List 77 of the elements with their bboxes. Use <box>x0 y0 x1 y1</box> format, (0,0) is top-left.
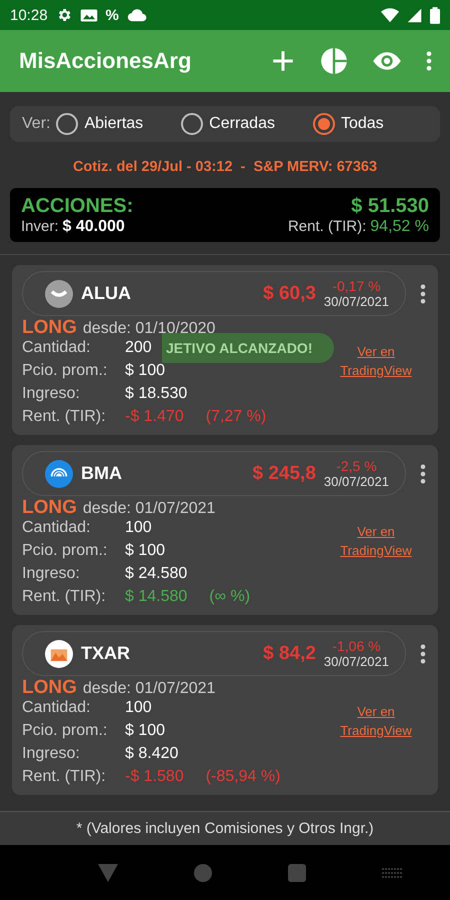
price-value: $ 245,8 <box>252 462 316 484</box>
price-change: -0,17 % <box>332 278 381 294</box>
quote-line: Cotiz. del 29/Jul - 03:12 - S&P MERV: 67363 <box>72 159 378 175</box>
wifi-icon <box>381 8 399 22</box>
more-icon[interactable] <box>420 644 426 664</box>
price-change: -1,06 % <box>332 638 381 654</box>
keyboard-icon[interactable] <box>382 866 402 878</box>
field-value: $ 100 <box>125 362 166 380</box>
field-value: 100 <box>125 519 152 537</box>
field-value: $ 24.580 <box>125 565 188 583</box>
field-value: $ 100 <box>125 722 166 740</box>
price-value: $ 84,2 <box>263 642 316 664</box>
return-amount: $ 14.580 <box>125 588 188 606</box>
since-date: desde: 01/07/2021 <box>82 680 216 698</box>
quote-date: 30/07/2021 <box>324 294 389 309</box>
field-value: $ 100 <box>125 542 166 560</box>
more-icon[interactable] <box>420 284 426 304</box>
field-label: Rent. (TIR): <box>22 588 107 606</box>
position-side: LONG <box>22 317 77 339</box>
image-icon <box>80 8 98 22</box>
battery-icon <box>430 6 440 24</box>
app-title: MisAccionesArg <box>19 48 192 74</box>
quote-date: 30/07/2021 <box>324 474 389 489</box>
return-percent: (-85,94 %) <box>206 768 280 786</box>
return-label: Rent. (TIR): <box>288 218 366 235</box>
field-label: Rent. (TIR): <box>22 408 107 426</box>
field-value: 100 <box>125 699 152 717</box>
ticker-symbol: ALUA <box>81 283 131 304</box>
chevron-icon <box>45 280 73 308</box>
filter-radio[interactable]: Cerradas <box>181 113 275 135</box>
more-icon[interactable] <box>420 464 426 484</box>
return-amount: -$ 1.470 <box>125 408 184 426</box>
field-label: Ingreso: <box>22 565 81 583</box>
more-icon[interactable] <box>426 51 432 71</box>
filter-label: Ver: <box>22 115 50 133</box>
price-value: $ 60,3 <box>263 282 316 304</box>
field-label: Pcio. prom.: <box>22 362 108 380</box>
field-label: Cantidad: <box>22 339 92 357</box>
status-text: % <box>106 6 119 24</box>
price-change: -2,5 % <box>336 458 377 474</box>
quote-date: 30/07/2021 <box>324 654 389 669</box>
field-label: Ingreso: <box>22 745 81 763</box>
back-icon[interactable] <box>98 864 118 882</box>
field-label: Rent. (TIR): <box>22 768 107 786</box>
filter-radio[interactable]: Abiertas <box>56 113 144 135</box>
summary-title: ACCIONES: <box>21 195 134 218</box>
field-value: $ 8.420 <box>125 745 178 763</box>
summary-total: $ 51.530 <box>351 195 429 218</box>
position-side: LONG <box>22 677 77 699</box>
bank-logo-icon <box>45 460 73 488</box>
pie-chart-icon[interactable] <box>320 47 348 75</box>
ticker-symbol: BMA <box>81 463 122 484</box>
invested-value: $ 40.000 <box>62 218 125 236</box>
ticker-symbol: TXAR <box>81 643 130 664</box>
field-label: Ingreso: <box>22 385 81 403</box>
since-date: desde: 01/07/2021 <box>82 500 216 518</box>
return-amount: -$ 1.580 <box>125 768 184 786</box>
invested-label: Inver: <box>21 218 59 235</box>
field-value: $ 18.530 <box>125 385 188 403</box>
footer-note: * (Valores incluyen Comisiones y Otros Ingr.) <box>0 811 450 845</box>
return-percent: (7,27 %) <box>206 408 266 426</box>
recents-icon[interactable] <box>288 864 306 882</box>
field-label: Cantidad: <box>22 699 92 717</box>
position-side: LONG <box>22 497 77 519</box>
filter-radio[interactable]: Todas <box>312 113 384 135</box>
return-value: 94,52 % <box>370 218 429 236</box>
field-label: Cantidad: <box>22 519 92 537</box>
return-percent: (∞ %) <box>209 588 250 606</box>
cloud-icon <box>126 8 147 22</box>
field-value: 200 <box>125 339 152 357</box>
field-label: Pcio. prom.: <box>22 722 108 740</box>
signal-icon <box>407 8 422 22</box>
home-icon[interactable] <box>194 864 212 882</box>
status-time: 10:28 <box>10 6 48 24</box>
mountain-logo-icon <box>45 640 73 668</box>
field-label: Pcio. prom.: <box>22 542 108 560</box>
toast-message: JETIVO ALCANZADO! <box>162 333 334 363</box>
